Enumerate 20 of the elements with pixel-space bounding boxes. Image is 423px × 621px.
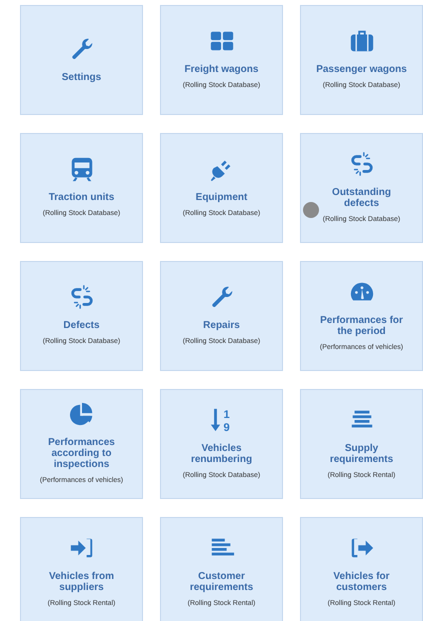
tile-title: Outstanding defects: [331, 186, 392, 208]
tile-title: Settings: [62, 72, 102, 82]
tile-title: Performances for the period: [319, 314, 404, 336]
tile-title: Vehicles for customers: [332, 570, 391, 592]
menu-tile[interactable]: Settings: [20, 5, 143, 115]
pie-chart-icon: [68, 401, 94, 427]
briefcase-icon: [348, 28, 374, 54]
broken-chain-icon: [348, 150, 374, 176]
tile-title: Freight wagons: [184, 64, 258, 75]
tile-title: Passenger wagons: [316, 64, 407, 75]
tile-title: Traction units: [48, 192, 114, 203]
tile-title: Repairs: [203, 320, 240, 331]
tile-title: Equipment: [196, 192, 248, 203]
broken-chain-icon: [68, 284, 94, 310]
tile-title: Defects: [63, 320, 100, 331]
tile-title: Vehicles renumbering: [190, 442, 254, 464]
tile-title: Vehicles from suppliers: [48, 570, 116, 592]
tile-title: Performances according to inspections: [47, 437, 116, 470]
tile-title: Supply requirements: [328, 442, 394, 464]
tile-title: Customer requirements: [188, 570, 254, 592]
